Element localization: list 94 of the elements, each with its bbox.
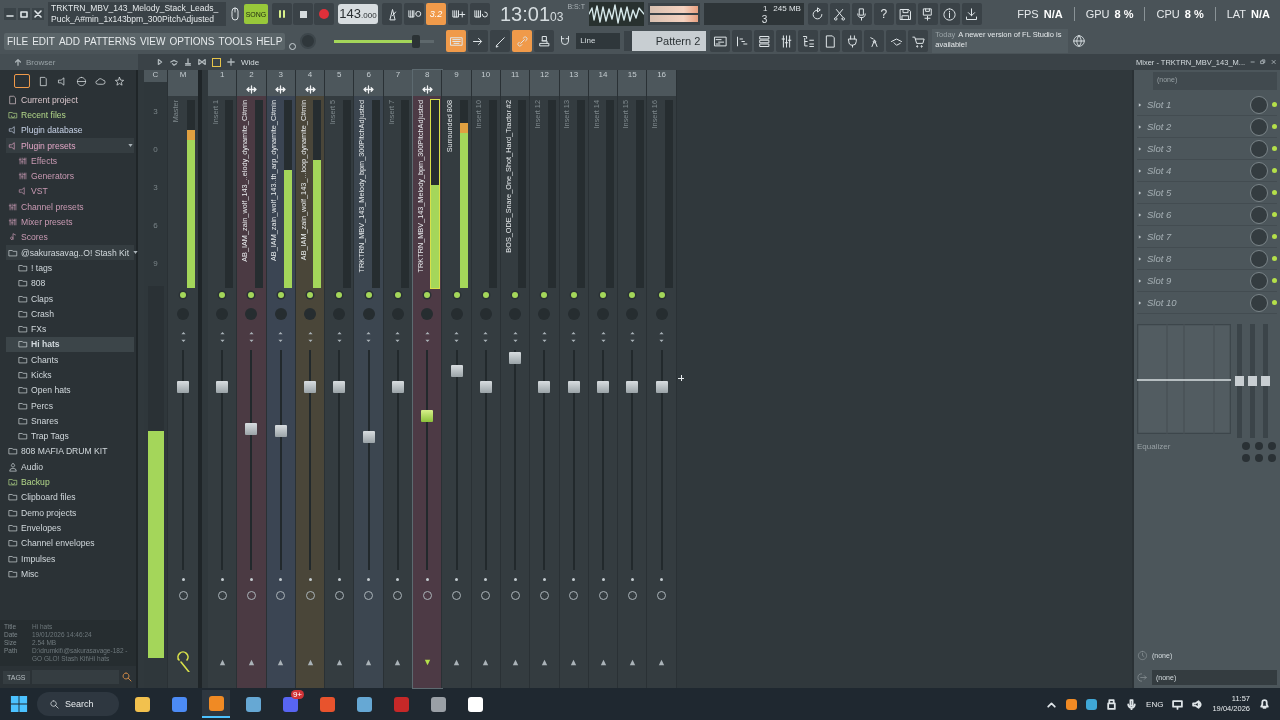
menu-item[interactable]: ADD <box>58 35 81 47</box>
mixer-view-label[interactable]: Wide <box>241 57 260 67</box>
browser-item[interactable]: Current project <box>6 92 134 108</box>
stat-value: 8 % <box>1114 8 1134 20</box>
browser-item[interactable]: Chants <box>6 352 134 368</box>
ram-readout: 245 MB <box>773 3 801 13</box>
track-number: 10 <box>471 70 500 82</box>
browser-item[interactable]: ! tags <box>6 260 134 276</box>
menu-item[interactable]: PATTERNS <box>84 35 136 47</box>
language-indicator[interactable]: ENG <box>1146 699 1164 709</box>
scale-label: 3 <box>153 106 158 116</box>
track-number: 12 <box>530 70 559 82</box>
browser-item[interactable]: Kicks <box>6 367 134 383</box>
effect-slot[interactable]: Slot 5 <box>1137 182 1277 204</box>
browser-item[interactable]: Channel presets <box>6 199 134 215</box>
stat-label: LAT <box>1226 8 1247 20</box>
scale-label: 6 <box>153 220 158 230</box>
browser-item[interactable]: Backup <box>6 474 134 490</box>
browser-item[interactable]: Crash <box>6 306 134 322</box>
browser-item[interactable]: Impulses <box>6 550 134 567</box>
track-number: 11 <box>500 70 530 82</box>
menu-item[interactable]: OPTIONS <box>169 35 215 47</box>
song-position: 13:0103 <box>500 2 564 26</box>
track-number: 5 <box>325 70 354 82</box>
effect-slot[interactable]: Slot 8 <box>1137 248 1277 270</box>
stat-value: N/A <box>1043 8 1063 20</box>
browser-item[interactable]: Claps <box>6 290 134 307</box>
browser-item[interactable]: Percs <box>6 397 134 414</box>
scale-label: 3 <box>153 182 158 192</box>
browser-item[interactable]: Envelopes <box>6 520 134 536</box>
track-number: 2 <box>237 70 266 82</box>
track-number: 7 <box>383 70 413 82</box>
browser-item[interactable]: Effects <box>6 153 134 169</box>
help-button[interactable]: ? <box>873 3 894 25</box>
stat-value: 8 % <box>1184 8 1204 20</box>
search-field[interactable]: Search <box>37 692 119 716</box>
menu-item[interactable]: HELP <box>256 35 283 47</box>
track-number: 6 <box>354 70 383 82</box>
browser-item[interactable]: Mixer presets <box>6 214 134 230</box>
browser-item[interactable]: Recent files <box>6 107 134 123</box>
browser-item[interactable]: 808 MAFIA DRUM KIT <box>6 443 134 460</box>
track-number: 13 <box>559 70 588 82</box>
track-number: 4 <box>295 70 325 82</box>
browser-item[interactable]: Snares <box>6 413 134 429</box>
browser-title: Browser <box>26 57 56 67</box>
pattern-selector[interactable]: Pattern 2 <box>624 31 707 51</box>
effect-slot[interactable]: Slot 4 <box>1137 160 1277 182</box>
track-number: 1 <box>208 70 237 82</box>
equalizer-label: Equalizer <box>1137 442 1171 453</box>
browser-item[interactable]: Open hats <box>6 382 134 398</box>
project-title: TRKTRN_MBV_143_Melody_Stack_Leads_Puck_A#min_1x143bpm_300PitchAdjusted <box>48 2 226 26</box>
notification-badge: 9+ <box>290 690 304 699</box>
browser-item[interactable]: Channel envelopes <box>6 535 134 551</box>
track-number: 9 <box>442 70 471 82</box>
track-number: 3 <box>266 70 295 82</box>
browser-item[interactable]: Audio <box>6 459 134 475</box>
taskbar-app[interactable]: 9+ <box>276 690 304 718</box>
tempo-field[interactable]: 143.000 <box>338 4 378 24</box>
browser-item[interactable]: Clipboard files <box>6 489 134 505</box>
browser-item[interactable]: Plugin database <box>6 122 134 138</box>
menu-item[interactable]: EDIT <box>32 35 55 47</box>
track-number: M <box>168 70 198 82</box>
browser-item[interactable]: Demo projects <box>6 505 134 521</box>
effect-slot[interactable]: Slot 9 <box>1137 270 1277 292</box>
stat-value: N/A <box>1251 8 1270 20</box>
browser-item[interactable]: Scores <box>6 229 134 245</box>
effect-slot[interactable]: Slot 1 <box>1137 94 1277 116</box>
effect-slot[interactable]: Slot 6 <box>1137 204 1277 226</box>
snap-dropdown[interactable]: Line <box>576 33 621 49</box>
browser-item[interactable]: VST <box>6 183 134 200</box>
track-number: C <box>144 70 167 82</box>
menu-item[interactable]: VIEW <box>139 35 166 47</box>
effect-slot[interactable]: Slot 3 <box>1137 138 1277 160</box>
menu-item[interactable]: TOOLS <box>218 35 253 47</box>
track-number: 15 <box>618 70 647 82</box>
browser-item[interactable]: Hi hats <box>6 336 134 353</box>
track-number: 8 <box>413 70 442 82</box>
effect-slot[interactable]: Slot 2 <box>1137 116 1277 138</box>
effect-slot[interactable]: Slot 10 <box>1137 292 1277 314</box>
browser-item[interactable]: Trap Tags <box>6 428 134 444</box>
readout: 3 <box>761 13 768 25</box>
browser-item[interactable]: Generators <box>6 168 134 184</box>
stat-label: CPU <box>1156 8 1180 20</box>
browser-item[interactable]: Misc <box>6 566 134 582</box>
effect-slot[interactable]: Slot 7 <box>1137 226 1277 248</box>
track-number: 16 <box>647 70 676 82</box>
stat-label: GPU <box>1085 8 1110 20</box>
stat-label: FPS <box>1017 8 1039 20</box>
track-number: 14 <box>588 70 618 82</box>
browser-item[interactable]: 808 <box>6 275 134 291</box>
browser-item[interactable]: Plugin presets <box>6 137 134 154</box>
menu-item[interactable]: FILE <box>7 35 29 47</box>
browser-item[interactable]: FXs <box>6 321 134 337</box>
readout: 1 <box>762 3 768 13</box>
